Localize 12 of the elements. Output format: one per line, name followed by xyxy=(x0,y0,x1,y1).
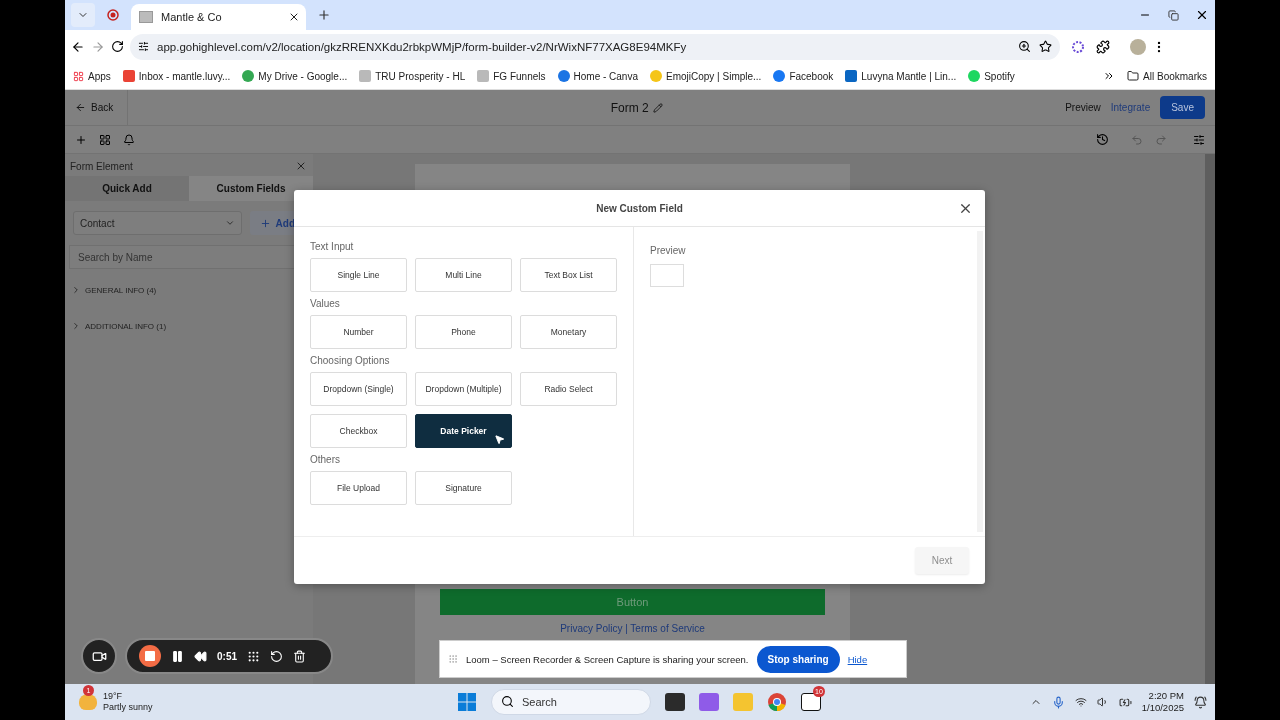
recording-time: 0:51 xyxy=(217,650,237,662)
dialog-title: New Custom Field xyxy=(596,202,683,214)
form-title: Form 2 xyxy=(610,100,649,115)
panel-title: Form Element xyxy=(70,160,133,172)
section-title: Choosing Options xyxy=(310,355,391,366)
section-title: Values xyxy=(310,298,341,309)
section-title: Others xyxy=(310,454,341,465)
temperature: 19°F xyxy=(103,691,124,702)
weather-condition: Partly sunny xyxy=(103,702,153,713)
section-title: Text Input xyxy=(310,241,355,252)
preview-label: Preview xyxy=(650,245,687,256)
sharing-message: Loom – Screen Recorder & Screen Capture is sharing your screen. xyxy=(466,653,749,665)
